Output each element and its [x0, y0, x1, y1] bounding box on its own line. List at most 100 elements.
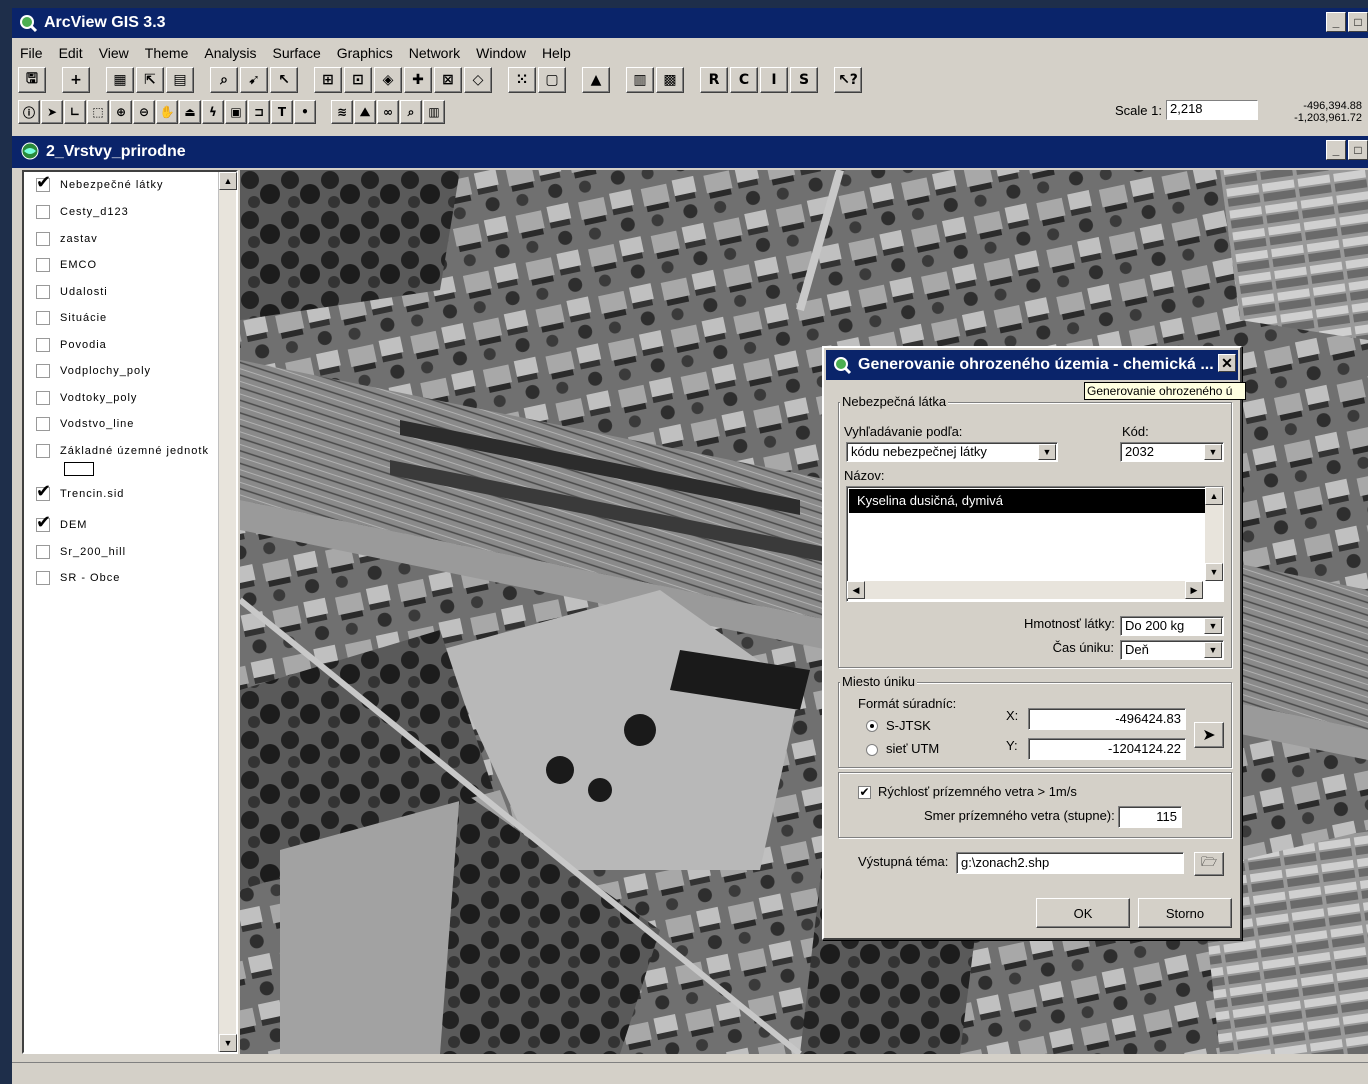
view-shed-icon[interactable]: ∞ — [377, 100, 399, 124]
layer-item[interactable]: Cesty_d123 — [36, 205, 129, 219]
chevron-down-icon[interactable]: ▼ — [1204, 618, 1222, 634]
layer-checkbox[interactable] — [36, 232, 50, 246]
measure-icon[interactable]: ⏏ — [179, 100, 201, 124]
area-of-interest-icon[interactable]: ▣ — [225, 100, 247, 124]
list-item-selected[interactable]: Kyselina dusičná, dymivá — [849, 489, 1205, 513]
zoom-full-icon[interactable]: ⊞ — [314, 67, 342, 93]
query-icon[interactable]: ↖ — [270, 67, 298, 93]
clear-selection-icon[interactable]: ▢ — [538, 67, 566, 93]
draw-point-icon[interactable]: • — [294, 100, 316, 124]
x-field[interactable]: -496424.83 — [1028, 708, 1186, 730]
mass-select[interactable]: Do 200 kg ▼ — [1120, 616, 1224, 636]
text-icon[interactable]: T — [271, 100, 293, 124]
minimize-button[interactable]: _ — [1326, 12, 1346, 32]
layer-checkbox[interactable] — [36, 338, 50, 352]
scroll-left-icon[interactable]: ◀ — [847, 581, 865, 599]
layer-checkbox[interactable] — [36, 516, 52, 532]
layer-item[interactable]: Sr_200_hill — [36, 545, 126, 559]
layer-item[interactable]: DEM — [36, 516, 87, 532]
menu-surface[interactable]: Surface — [273, 45, 329, 61]
open-table-icon[interactable]: ▤ — [166, 67, 194, 93]
identify-icon[interactable]: ⓘ — [18, 100, 40, 124]
zoom-out-tool-icon[interactable]: ⊖ — [133, 100, 155, 124]
menu-window[interactable]: Window — [476, 45, 534, 61]
zoom-previous-icon[interactable]: ◇ — [464, 67, 492, 93]
list-vscroll[interactable]: ▲ ▼ — [1205, 487, 1223, 581]
add-theme-icon[interactable]: + — [62, 67, 90, 93]
layer-checkbox[interactable] — [36, 545, 50, 559]
toc-scrollbar[interactable]: ▲ ▼ — [218, 172, 237, 1052]
grid-icon[interactable]: ▩ — [656, 67, 684, 93]
y-field[interactable]: -1204124.22 — [1028, 738, 1186, 760]
layer-item[interactable]: EMCO — [36, 258, 97, 272]
i-button[interactable]: I — [760, 67, 788, 93]
c-button[interactable]: C — [730, 67, 758, 93]
layer-item[interactable]: Nebezpečné látky — [36, 176, 163, 192]
scroll-up-icon[interactable]: ▲ — [219, 172, 237, 190]
scroll-right-icon[interactable]: ▶ — [1185, 581, 1203, 599]
radio-utm[interactable] — [866, 744, 878, 756]
output-field[interactable]: g:\zonach2.shp — [956, 852, 1184, 874]
menu-help[interactable]: Help — [542, 45, 579, 61]
pan-icon[interactable]: ✋ — [156, 100, 178, 124]
zoom-themes-icon[interactable]: ⊡ — [344, 67, 372, 93]
radio-sjtsk[interactable] — [866, 720, 878, 732]
binoculars-icon[interactable]: ⌕ — [400, 100, 422, 124]
menu-theme[interactable]: Theme — [145, 45, 197, 61]
scale-input[interactable]: 2,218 — [1166, 100, 1258, 120]
s-button[interactable]: S — [790, 67, 818, 93]
help-pointer-icon[interactable]: ↖? — [834, 67, 862, 93]
scroll-down-icon[interactable]: ▼ — [1205, 563, 1223, 581]
menu-edit[interactable]: Edit — [59, 45, 91, 61]
select-all-icon[interactable]: ⁙ — [508, 67, 536, 93]
maximize-button[interactable]: □ — [1348, 12, 1368, 32]
layer-checkbox[interactable] — [36, 571, 50, 585]
zoom-in-icon[interactable]: ✚ — [404, 67, 432, 93]
wind-checkbox[interactable]: ✔ — [858, 786, 871, 799]
layer-checkbox[interactable] — [36, 258, 50, 272]
ok-button[interactable]: OK — [1036, 898, 1130, 928]
wind-direction-field[interactable]: 115 — [1118, 806, 1182, 828]
profile-icon[interactable]: ⛰ — [354, 100, 376, 124]
label-icon[interactable]: ⊐ — [248, 100, 270, 124]
menu-graphics[interactable]: Graphics — [337, 45, 401, 61]
layer-item[interactable]: Základné územné jednotk — [36, 444, 212, 458]
layer-checkbox[interactable] — [36, 311, 50, 325]
list-hscroll[interactable]: ◀ ▶ — [847, 581, 1203, 599]
menu-network[interactable]: Network — [409, 45, 468, 61]
r-button[interactable]: R — [700, 67, 728, 93]
edit-legend-icon[interactable]: ⇱ — [136, 67, 164, 93]
pointer-icon[interactable]: ➤ — [41, 100, 63, 124]
menu-file[interactable]: File — [20, 45, 51, 61]
layer-item[interactable]: Situácie — [36, 311, 107, 325]
substance-list[interactable]: Kyselina dusičná, dymivá ▲ ▼ ◀ ▶ — [846, 486, 1224, 602]
select-feature-icon[interactable]: ⬚ — [87, 100, 109, 124]
layer-checkbox[interactable] — [36, 205, 50, 219]
scroll-up-icon[interactable]: ▲ — [1205, 487, 1223, 505]
contour-icon[interactable]: ≋ — [331, 100, 353, 124]
theme-properties-icon[interactable]: ▦ — [106, 67, 134, 93]
layer-item[interactable]: Udalosti — [36, 285, 108, 299]
view-minimize-button[interactable]: _ — [1326, 140, 1346, 160]
chevron-down-icon[interactable]: ▼ — [1038, 444, 1056, 460]
menu-view[interactable]: View — [99, 45, 137, 61]
find-icon[interactable]: ⌕ — [210, 67, 238, 93]
layer-checkbox[interactable] — [36, 485, 52, 501]
layer-checkbox[interactable] — [36, 444, 50, 458]
pick-point-icon[interactable]: ➤ — [1194, 722, 1224, 748]
layer-checkbox[interactable] — [36, 417, 50, 431]
layer-checkbox[interactable] — [36, 285, 50, 299]
zoom-in-tool-icon[interactable]: ⊕ — [110, 100, 132, 124]
cancel-button[interactable]: Storno — [1138, 898, 1232, 928]
layout-icon[interactable]: ▲ — [582, 67, 610, 93]
view-maximize-button[interactable]: □ — [1348, 140, 1368, 160]
chart-icon[interactable]: ▥ — [626, 67, 654, 93]
locate-icon[interactable]: ➹ — [240, 67, 268, 93]
layer-item[interactable]: Trencin.sid — [36, 485, 124, 501]
layer-checkbox[interactable] — [36, 391, 50, 405]
layer-item[interactable]: Vodtoky_poly — [36, 391, 137, 405]
layer-item[interactable]: Povodia — [36, 338, 107, 352]
layer-item[interactable]: SR - Obce — [36, 571, 120, 585]
layer-item[interactable]: Vodplochy_poly — [36, 364, 151, 378]
scroll-down-icon[interactable]: ▼ — [219, 1034, 237, 1052]
